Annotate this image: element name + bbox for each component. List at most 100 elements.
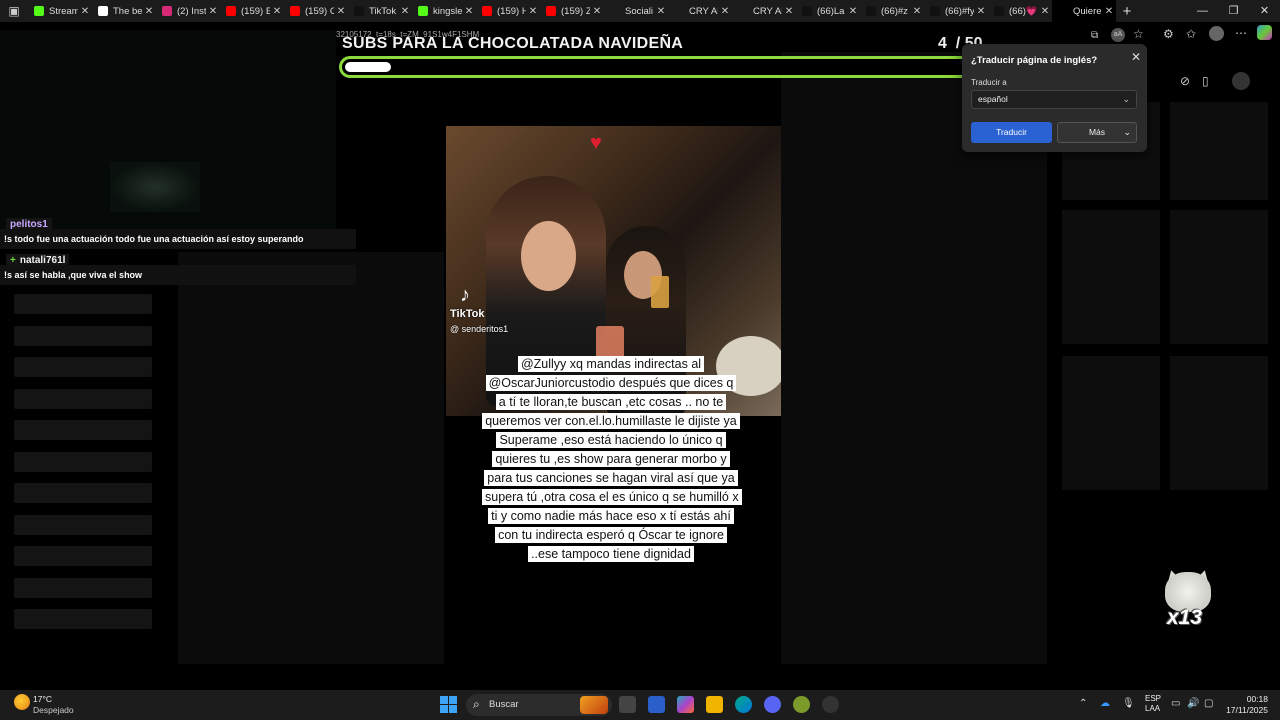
browser-tab[interactable]: (66)#fy ✕ bbox=[924, 0, 988, 22]
browser-tab[interactable]: (159) Z ✕ bbox=[540, 0, 604, 22]
close-tab-icon[interactable]: ✕ bbox=[78, 6, 92, 17]
chat-placeholder bbox=[14, 420, 152, 440]
browser-tab[interactable]: Sociali ✕ bbox=[604, 0, 668, 22]
browser-tab[interactable]: (159) H ✕ bbox=[476, 0, 540, 22]
chat-message-2: !s así se habla ,que viva el show bbox=[0, 265, 356, 285]
language-select[interactable]: español ⌄ bbox=[971, 90, 1137, 109]
tray-overflow-icon[interactable]: ⌃ bbox=[1079, 698, 1087, 709]
favorite-star-icon[interactable]: ☆ bbox=[1133, 27, 1144, 41]
video-caption: @Zullyy xq mandas indirectas al @OscarJu… bbox=[482, 355, 742, 564]
close-tab-icon[interactable]: ✕ bbox=[1038, 6, 1052, 17]
store-icon[interactable] bbox=[648, 696, 665, 713]
microphone-icon[interactable]: 🎙 bbox=[1122, 698, 1135, 709]
translate-icon[interactable]: aA bbox=[1111, 28, 1125, 42]
browser-tab[interactable]: Quiere ✕ bbox=[1052, 0, 1116, 22]
weather-temperature[interactable]: 17°C bbox=[33, 694, 52, 704]
edge-browser-icon[interactable] bbox=[735, 696, 752, 713]
close-tab-icon[interactable]: ✕ bbox=[846, 6, 860, 17]
browser-tab-title: Stream bbox=[49, 5, 78, 17]
close-tab-icon[interactable]: ✕ bbox=[206, 6, 220, 17]
loading-icon bbox=[1058, 6, 1068, 16]
translate-button[interactable]: Traducir bbox=[971, 122, 1052, 143]
profile-icon[interactable] bbox=[1209, 26, 1224, 41]
chat-placeholder bbox=[14, 577, 152, 598]
translate-popup: ¿Traducir página de inglés? ✕ Traducir a… bbox=[962, 44, 1147, 152]
obs-icon[interactable] bbox=[822, 696, 839, 713]
volume-icon[interactable]: 🔊 bbox=[1187, 698, 1199, 709]
phone-icon[interactable]: ▯ bbox=[1202, 74, 1209, 88]
close-tab-icon[interactable]: ✕ bbox=[910, 6, 924, 17]
windows-taskbar: 17°C Despejado ⌕ Buscar ⌃ ☁ 🎙 ESP LAA ▭ … bbox=[0, 690, 1280, 720]
close-tab-icon[interactable]: ✕ bbox=[270, 6, 284, 17]
file-explorer-icon[interactable] bbox=[706, 696, 723, 713]
taskbar-search[interactable]: ⌕ Buscar bbox=[466, 694, 612, 716]
open-external-icon[interactable]: ⧉ bbox=[1091, 30, 1098, 41]
tab-actions-menu-icon[interactable]: ▣ bbox=[0, 0, 28, 22]
discord-icon[interactable] bbox=[764, 696, 781, 713]
taskbar-search-placeholder: Buscar bbox=[489, 699, 519, 710]
avatar[interactable] bbox=[1232, 72, 1250, 90]
close-tab-icon[interactable]: ✕ bbox=[590, 6, 604, 17]
copilot-app-icon[interactable] bbox=[677, 696, 694, 713]
new-tab-button[interactable]: + bbox=[1116, 3, 1138, 20]
tiktok-watermark-user: @ senderitos1 bbox=[450, 324, 509, 334]
app-icon[interactable] bbox=[793, 696, 810, 713]
close-tab-icon[interactable]: ✕ bbox=[654, 6, 668, 17]
copilot-icon[interactable] bbox=[1257, 25, 1272, 40]
close-tab-icon[interactable]: ✕ bbox=[398, 6, 412, 17]
close-tab-icon[interactable]: ✕ bbox=[718, 6, 732, 17]
panel-tile bbox=[1170, 210, 1268, 344]
tiktok-icon bbox=[354, 6, 364, 16]
chat-placeholder bbox=[14, 325, 152, 346]
close-tab-icon[interactable]: ✕ bbox=[334, 6, 348, 17]
browser-tab[interactable]: TikTok ✕ bbox=[348, 0, 412, 22]
screen: ▣ Stream ✕ The be ✕ (2) Inst ✕ (159) E ✕ (159) C… bbox=[0, 0, 1280, 720]
compass-icon[interactable]: ⊘ bbox=[1180, 74, 1190, 88]
browser-tab[interactable]: (159) E ✕ bbox=[220, 0, 284, 22]
browser-tab[interactable]: (66)#z ✕ bbox=[860, 0, 924, 22]
system-clock[interactable]: 00:18 17/11/2025 bbox=[1220, 694, 1268, 716]
weather-sun-icon[interactable] bbox=[14, 694, 30, 710]
close-tab-icon[interactable]: ✕ bbox=[526, 6, 540, 17]
browser-tab[interactable]: (66)La ✕ bbox=[796, 0, 860, 22]
beer-glass bbox=[651, 276, 669, 308]
extensions-icon[interactable]: ⚙ bbox=[1163, 27, 1174, 41]
chat-placeholder bbox=[14, 514, 152, 535]
browser-tab[interactable]: CRY AF✕ bbox=[668, 0, 732, 22]
browser-tab[interactable]: CRY AF✕ bbox=[732, 0, 796, 22]
browser-tab[interactable]: The be ✕ bbox=[92, 0, 156, 22]
chat-message-text: !s todo fue una actuación todo fue una a… bbox=[4, 234, 304, 244]
search-icon bbox=[738, 6, 748, 16]
language-indicator[interactable]: ESP LAA bbox=[1145, 694, 1161, 714]
browser-tab-title: (159) E bbox=[241, 5, 270, 17]
battery-icon[interactable]: ▢ bbox=[1204, 698, 1213, 709]
sub-goal-progress-bar bbox=[339, 56, 991, 78]
close-tab-icon[interactable]: ✕ bbox=[782, 6, 796, 17]
browser-tab[interactable]: (2) Inst ✕ bbox=[156, 0, 220, 22]
kick-icon bbox=[418, 6, 428, 16]
task-view-icon[interactable] bbox=[619, 696, 636, 713]
maximize-icon[interactable]: ❐ bbox=[1218, 0, 1249, 22]
onedrive-icon[interactable]: ☁ bbox=[1100, 698, 1110, 709]
more-options-button[interactable]: Más ⌄ bbox=[1057, 122, 1137, 143]
browser-tab-title: (66)La bbox=[817, 5, 845, 17]
start-button[interactable] bbox=[440, 696, 457, 713]
close-tab-icon[interactable]: ✕ bbox=[1102, 6, 1116, 17]
search-highlight-icon bbox=[580, 696, 608, 714]
close-tab-icon[interactable]: ✕ bbox=[142, 6, 156, 17]
favorites-icon[interactable]: ✩ bbox=[1186, 27, 1196, 41]
weather-description[interactable]: Despejado bbox=[33, 705, 74, 715]
close-tab-icon[interactable]: ✕ bbox=[974, 6, 988, 17]
close-window-icon[interactable]: ✕ bbox=[1249, 0, 1280, 22]
browser-tab[interactable]: (66)💗 ✕ bbox=[988, 0, 1052, 22]
close-icon[interactable]: ✕ bbox=[1131, 50, 1141, 64]
browser-tab[interactable]: Stream ✕ bbox=[28, 0, 92, 22]
minimize-icon[interactable]: — bbox=[1187, 0, 1218, 22]
browser-tab[interactable]: (159) C ✕ bbox=[284, 0, 348, 22]
more-menu-icon[interactable]: ⋯ bbox=[1235, 26, 1247, 40]
network-icon[interactable]: ▭ bbox=[1171, 698, 1180, 709]
close-tab-icon[interactable]: ✕ bbox=[462, 6, 476, 17]
browser-tab-title: kingsle bbox=[433, 5, 462, 17]
chat-placeholder bbox=[14, 483, 152, 503]
browser-tab[interactable]: kingsle ✕ bbox=[412, 0, 476, 22]
